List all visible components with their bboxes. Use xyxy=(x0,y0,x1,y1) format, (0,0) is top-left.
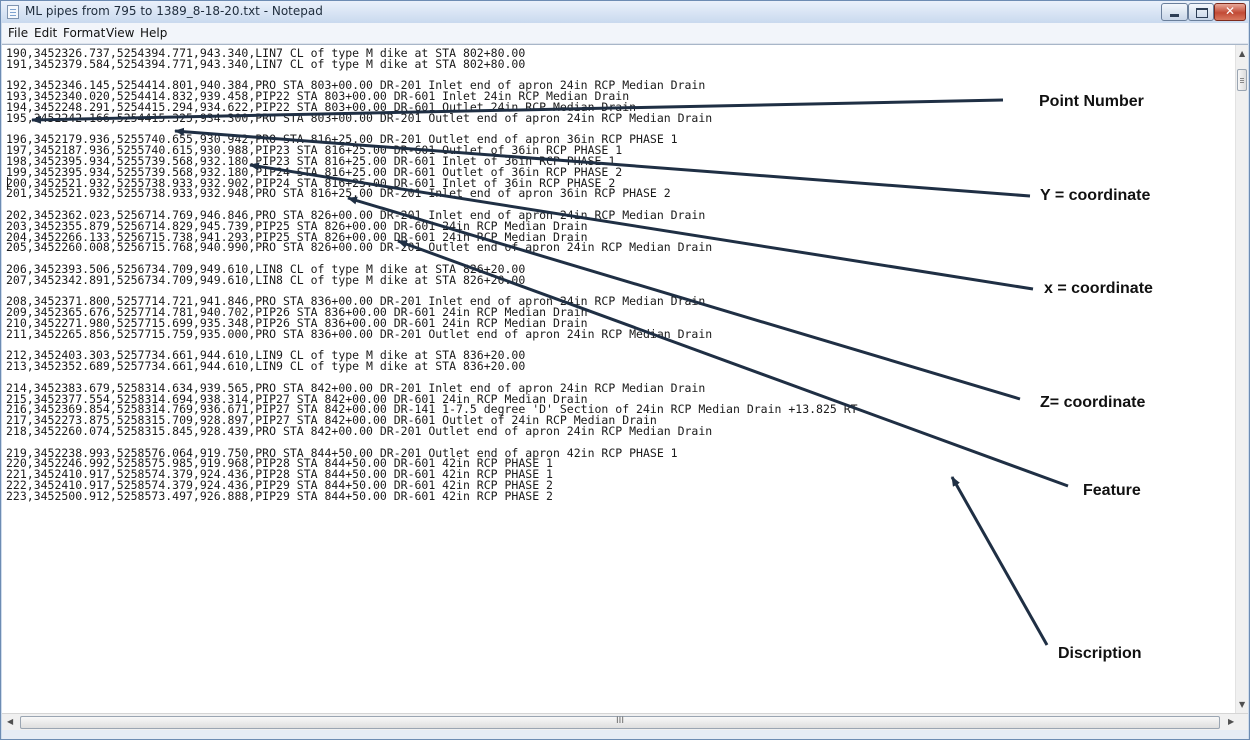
menu-edit[interactable]: Edit xyxy=(34,26,57,40)
close-button[interactable] xyxy=(1214,3,1246,21)
scroll-down-icon[interactable]: ▼ xyxy=(1239,700,1245,709)
window-title: ML pipes from 795 to 1389_8-18-20.txt - … xyxy=(25,4,323,18)
text-line: 211,3452265.856,5257715.759,935.000,PRO … xyxy=(6,326,713,341)
menu-file[interactable]: File xyxy=(8,26,28,40)
scroll-left-icon[interactable]: ◀ xyxy=(7,717,13,726)
text-content[interactable]: 190,3452326.737,5254394.771,943.340,LIN7… xyxy=(6,48,1218,712)
text-line: 207,3452342.891,5256734.709,949.610,LIN8… xyxy=(6,272,526,287)
text-line: 191,3452379.584,5254394.771,943.340,LIN7… xyxy=(6,56,526,71)
text-line: 195,3452242.166,5254415.325,934.300,PRO … xyxy=(6,110,713,125)
maximize-button[interactable] xyxy=(1188,3,1214,21)
vertical-scroll-thumb[interactable] xyxy=(1237,69,1247,91)
text-line: 218,3452260.074,5258315.845,928.439,PRO … xyxy=(6,424,713,438)
text-line: 223,3452500.912,5258573.497,926.888,PIP2… xyxy=(6,488,553,503)
menu-help[interactable]: Help xyxy=(140,26,167,40)
notepad-icon xyxy=(7,5,19,19)
scroll-grip: III xyxy=(616,716,624,726)
menu-format[interactable]: Format xyxy=(63,26,105,40)
text-line: 205,3452260.008,5256715.768,940.990,PRO … xyxy=(6,240,713,255)
editor-area[interactable]: 190,3452326.737,5254394.771,943.340,LIN7… xyxy=(2,44,1248,714)
scroll-up-icon[interactable]: ▲ xyxy=(1239,49,1245,58)
minimize-button[interactable] xyxy=(1161,3,1188,21)
resize-grip xyxy=(2,730,1248,739)
text-line: 201,3452521.932,5255738.933,932.948,PRO … xyxy=(6,186,671,201)
scroll-right-icon[interactable]: ▶ xyxy=(1228,717,1234,726)
menu-bar: File Edit Format View Help xyxy=(2,23,1248,44)
text-line: 213,3452352.689,5257734.661,944.610,LIN9… xyxy=(6,359,526,374)
notepad-window: ML pipes from 795 to 1389_8-18-20.txt - … xyxy=(0,0,1250,740)
horizontal-scrollbar[interactable]: ◀ III ▶ xyxy=(2,713,1248,731)
title-bar[interactable]: ML pipes from 795 to 1389_8-18-20.txt - … xyxy=(1,1,1249,23)
menu-view[interactable]: View xyxy=(106,26,134,40)
horizontal-scroll-thumb[interactable]: III xyxy=(20,716,1220,729)
vertical-scrollbar[interactable]: ▲ ▼ xyxy=(1235,45,1248,714)
